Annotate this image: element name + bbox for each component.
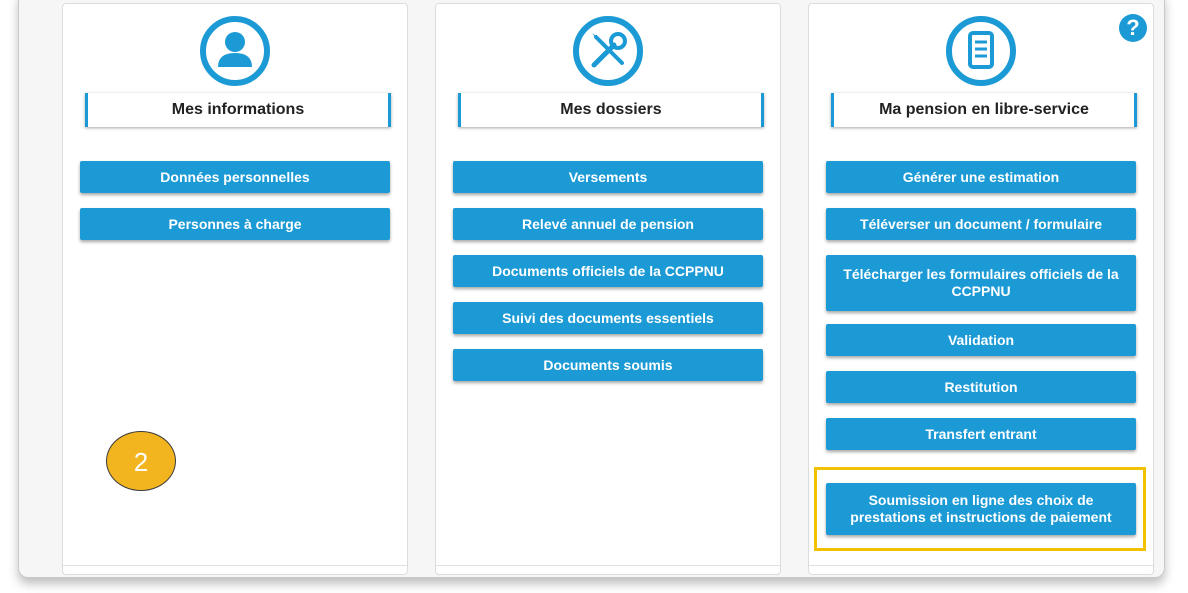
essential-documents-tracking-button[interactable]: Suivi des documents essentiels bbox=[453, 302, 763, 334]
card-my-information: Mes informations Données personnelles Pe… bbox=[62, 3, 408, 575]
divider bbox=[809, 565, 1153, 566]
divider bbox=[436, 565, 780, 566]
transfer-in-button[interactable]: Transfert entrant bbox=[826, 418, 1136, 450]
tools-icon[interactable] bbox=[572, 15, 644, 87]
document-icon[interactable] bbox=[945, 15, 1017, 87]
online-benefit-submission-button[interactable]: Soumission en ligne des choix de prestat… bbox=[826, 483, 1136, 535]
dashboard-panel: Mes informations Données personnelles Pe… bbox=[18, 0, 1165, 578]
divider bbox=[63, 565, 407, 566]
generate-estimate-button[interactable]: Générer une estimation bbox=[826, 161, 1136, 193]
download-forms-button[interactable]: Télécharger les formulaires officiels de… bbox=[826, 255, 1136, 311]
submitted-documents-button[interactable]: Documents soumis bbox=[453, 349, 763, 381]
help-icon[interactable]: ? bbox=[1119, 14, 1147, 42]
step-badge: 2 bbox=[106, 431, 176, 491]
user-icon[interactable] bbox=[199, 15, 271, 87]
card-title: Mes dossiers bbox=[458, 93, 764, 127]
upload-document-button[interactable]: Téléverser un document / formulaire bbox=[826, 208, 1136, 240]
card-title: Mes informations bbox=[85, 93, 391, 127]
dependents-button[interactable]: Personnes à charge bbox=[80, 208, 390, 240]
annual-statement-button[interactable]: Relevé annuel de pension bbox=[453, 208, 763, 240]
official-documents-button[interactable]: Documents officiels de la CCPPNU bbox=[453, 255, 763, 287]
card-my-files: Mes dossiers Versements Relevé annuel de… bbox=[435, 3, 781, 575]
card-title: Ma pension en libre-service bbox=[831, 93, 1137, 127]
payments-button[interactable]: Versements bbox=[453, 161, 763, 193]
personal-data-button[interactable]: Données personnelles bbox=[80, 161, 390, 193]
card-self-service-pension: ? Ma pension en libre-service Générer un… bbox=[808, 3, 1154, 575]
restitution-button[interactable]: Restitution bbox=[826, 371, 1136, 403]
validation-button[interactable]: Validation bbox=[826, 324, 1136, 356]
